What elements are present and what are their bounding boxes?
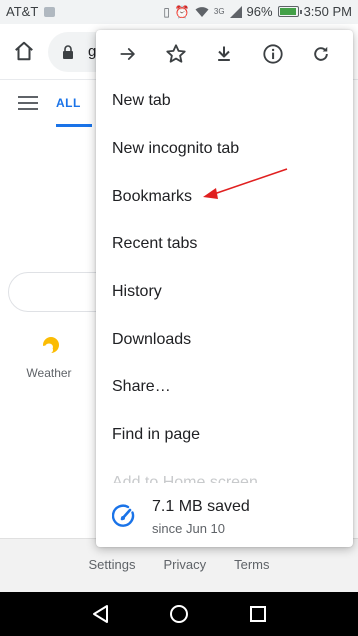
home-icon	[15, 41, 33, 61]
menu-item-history[interactable]: History	[112, 280, 162, 304]
star-icon	[166, 44, 186, 63]
menu-item-bookmarks[interactable]: Bookmarks	[112, 185, 192, 209]
hamburger-menu-icon[interactable]	[18, 96, 38, 110]
data-saved-amount: 7.1 MB saved	[152, 498, 250, 515]
recents-button[interactable]	[246, 602, 270, 626]
tab-all[interactable]: ALL	[56, 96, 81, 110]
carrier-label: AT&T	[6, 4, 39, 19]
footer-terms-link[interactable]: Terms	[234, 557, 269, 592]
home-button[interactable]	[10, 37, 38, 65]
footer-settings-link[interactable]: Settings	[89, 557, 136, 592]
download-page-button[interactable]	[207, 37, 241, 71]
forward-arrow-icon	[120, 48, 135, 60]
menu-item-new-tab[interactable]: New tab	[112, 89, 171, 113]
alarm-icon: ⏰	[174, 4, 190, 19]
system-navigation-bar	[0, 592, 358, 636]
signal-icon	[229, 5, 242, 18]
tab-all-indicator	[56, 124, 92, 127]
bookmark-star-button[interactable]	[159, 37, 193, 71]
overflow-menu: New tab New incognito tab Bookmarks Rece…	[96, 30, 353, 547]
menu-item-find-in-page[interactable]: Find in page	[112, 423, 200, 447]
data-saver-footer[interactable]: 7.1 MB saved since Jun 10	[96, 488, 353, 547]
vibrate-icon: ▯	[163, 4, 170, 19]
data-saved-since: since Jun 10	[152, 521, 225, 536]
battery-icon	[277, 6, 302, 17]
home-circle-icon	[169, 605, 188, 623]
status-bar: AT&T ▯ ⏰ 3G 96% 3:50 PM	[0, 0, 358, 24]
menu-item-downloads[interactable]: Downloads	[112, 328, 191, 352]
info-icon	[263, 44, 283, 64]
menu-item-add-to-home-screen[interactable]: Add to Home screen	[112, 471, 258, 483]
wifi-icon	[195, 6, 209, 17]
menu-item-share[interactable]: Share…	[112, 375, 171, 399]
back-button[interactable]	[88, 602, 112, 626]
reload-icon	[314, 46, 328, 61]
recents-square-icon	[250, 606, 267, 622]
page-info-button[interactable]	[256, 37, 290, 71]
menu-item-recent-tabs[interactable]: Recent tabs	[112, 232, 197, 256]
menu-icon-row	[96, 30, 353, 78]
back-triangle-icon	[92, 605, 108, 623]
menu-item-new-incognito-tab[interactable]: New incognito tab	[112, 137, 239, 161]
footer-privacy-link[interactable]: Privacy	[163, 557, 206, 592]
weather-icon[interactable]	[37, 335, 61, 359]
battery-percent: 96%	[246, 4, 273, 19]
forward-button[interactable]	[111, 37, 145, 71]
weather-label: Weather	[26, 366, 72, 380]
network-type-label: 3G	[213, 7, 225, 16]
lock-icon	[63, 45, 73, 59]
reload-button[interactable]	[304, 37, 338, 71]
clock: 3:50 PM	[303, 4, 352, 19]
image-notification-icon	[44, 6, 56, 17]
download-icon	[218, 46, 231, 61]
data-saver-gauge-icon	[112, 504, 135, 527]
home-nav-button[interactable]	[167, 602, 191, 626]
